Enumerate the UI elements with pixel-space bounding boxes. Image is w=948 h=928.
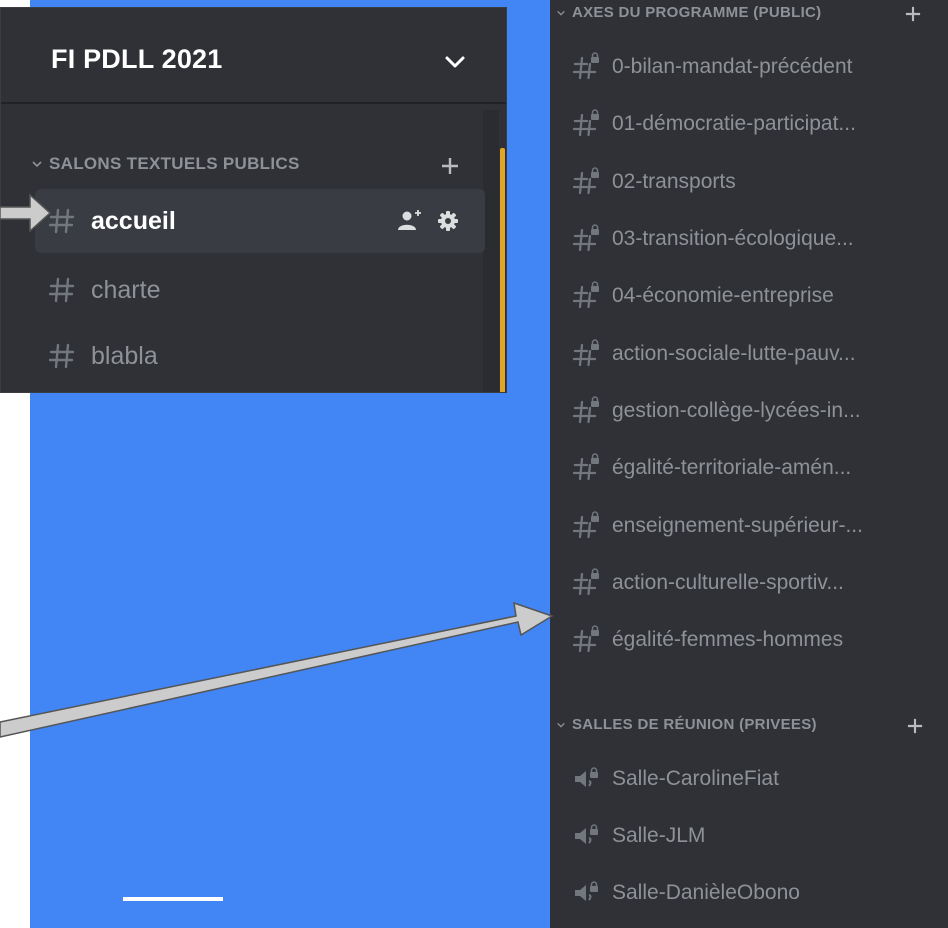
category-axes-du-programme[interactable]: AXES DU PROGRAMME (PUBLIC) [556,4,821,21]
channel-label: égalité-territoriale-amén... [612,456,852,479]
channel-label: 04-économie-entreprise [612,284,834,307]
chevron-down-icon[interactable] [442,52,468,72]
channel-accueil[interactable]: accueil [35,189,485,253]
channel-label: charte [91,275,161,304]
voice-channel[interactable]: Salle-DanièleObono [572,873,800,913]
locked-hash-icon [572,224,599,252]
locked-speaker-icon [575,824,598,844]
hash-icon [49,343,75,369]
scrollbar-track[interactable] [483,110,499,392]
channel-label: 02-transports [612,170,736,193]
server-sidebar-crop: FI PDLL 2021 SALONS TEXTUELS PUBLICS acc… [0,7,507,393]
category-label: AXES DU PROGRAMME (PUBLIC) [572,4,822,21]
locked-hash-icon [572,52,599,80]
locked-speaker-icon [575,767,598,787]
voice-channel[interactable]: Salle-CarolineFiat [572,759,779,799]
channel-program[interactable]: 0-bilan-mandat-précédent [572,47,852,87]
category-salles-de-reunion[interactable]: SALLES DE RÉUNION (PRIVEES) [556,716,817,733]
category-salons-textuels-publics[interactable]: SALONS TEXTUELS PUBLICS [31,154,300,174]
channel-label: enseignement-supérieur-... [612,514,863,537]
gear-icon[interactable] [437,210,459,232]
channel-label: Salle-DanièleObono [612,881,800,904]
locked-hash-icon [572,281,599,309]
add-channel-icon[interactable] [907,718,923,734]
decorative-underline [123,897,223,901]
channel-label: 01-démocratie-participat... [612,112,856,135]
channel-label: Salle-JLM [612,824,706,847]
locked-hash-icon [572,396,599,424]
channel-program[interactable]: enseignement-supérieur-... [572,506,863,546]
channel-program[interactable]: 04-économie-entreprise [572,276,834,316]
annotation-arrow-left [0,193,52,233]
channel-program[interactable]: gestion-collège-lycées-in... [572,391,861,431]
channel-program[interactable]: égalité-territoriale-amén... [572,448,851,488]
server-name: FI PDLL 2021 [51,44,223,74]
channel-label: Salle-CarolineFiat [612,767,779,790]
channel-program[interactable]: action-sociale-lutte-pauv... [572,334,856,374]
channel-program[interactable]: 01-démocratie-participat... [572,104,856,144]
channel-label: 03-transition-écologique... [612,227,854,250]
channel-charte[interactable]: charte [49,268,160,312]
channel-label: action-sociale-lutte-pauv... [612,342,856,365]
scrollbar-thumb[interactable] [500,148,505,392]
channel-program[interactable]: 03-transition-écologique... [572,219,854,259]
locked-hash-icon [572,511,599,539]
category-label: SALLES DE RÉUNION (PRIVEES) [572,716,817,733]
channel-label: accueil [91,206,176,235]
locked-speaker-icon [575,881,598,901]
channel-list-crop: AXES DU PROGRAMME (PUBLIC) 0-bilan-manda… [550,0,948,928]
locked-hash-icon [572,339,599,367]
channel-program[interactable]: 02-transports [572,162,736,202]
annotation-arrow-diagonal [0,601,554,738]
channel-blabla[interactable]: blabla [49,334,158,378]
channel-label: 0-bilan-mandat-précédent [612,55,853,78]
invite-icon[interactable] [397,209,423,231]
channel-label: action-culturelle-sportiv... [612,571,844,594]
locked-hash-icon [572,167,599,195]
category-label: SALONS TEXTUELS PUBLICS [49,154,300,173]
channel-program[interactable]: action-culturelle-sportiv... [572,563,844,603]
channel-label: gestion-collège-lycées-in... [612,399,861,422]
channel-label: blabla [91,341,158,370]
add-channel-icon[interactable] [441,157,459,175]
channel-program[interactable]: égalité-femmes-hommes [572,620,843,660]
hash-icon [49,277,75,303]
locked-hash-icon [572,453,599,481]
locked-hash-icon [572,625,599,653]
chevron-down-icon [32,161,42,168]
locked-hash-icon [572,109,599,137]
voice-channel[interactable]: Salle-JLM [572,816,705,856]
channel-label: égalité-femmes-hommes [612,628,844,651]
server-header[interactable]: FI PDLL 2021 [1,8,506,104]
chevron-down-icon [557,10,565,16]
locked-hash-icon [572,568,599,596]
add-channel-icon[interactable] [905,6,921,22]
